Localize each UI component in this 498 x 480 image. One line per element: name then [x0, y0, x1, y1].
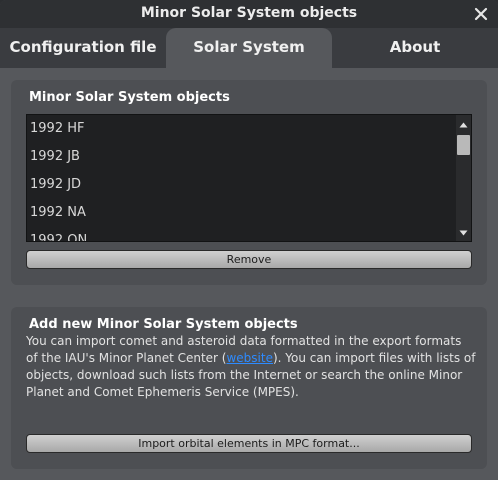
- website-link[interactable]: website: [226, 351, 273, 365]
- tab-label: Solar System: [193, 38, 305, 56]
- plugin-config-window: Minor Solar System objects Configuration…: [0, 0, 498, 480]
- tab-configuration-file[interactable]: Configuration file: [0, 28, 166, 68]
- tab-bar: Configuration file Solar System About: [0, 28, 498, 68]
- objects-group-title: Minor Solar System objects: [29, 90, 230, 105]
- tab-solar-system[interactable]: Solar System: [166, 28, 332, 68]
- list-item[interactable]: 1992 ON: [30, 227, 87, 241]
- list-item[interactable]: 1992 HF: [30, 115, 84, 143]
- tab-about[interactable]: About: [332, 28, 498, 68]
- scroll-thumb[interactable]: [457, 135, 470, 155]
- scroll-up-arrow[interactable]: [456, 117, 471, 131]
- solar-system-panel: Minor Solar System objects 1992 HF 1992 …: [0, 68, 498, 480]
- triangle-up-icon: [459, 122, 468, 128]
- remove-button[interactable]: Remove: [26, 250, 472, 269]
- import-button-label: Import orbital elements in MPC format...: [138, 437, 360, 450]
- list-item[interactable]: 1992 NA: [30, 199, 86, 227]
- title-bar[interactable]: Minor Solar System objects: [0, 0, 498, 28]
- objects-list[interactable]: 1992 HF 1992 JB 1992 JD 1992 NA 1992 ON: [26, 114, 472, 242]
- list-item[interactable]: 1992 JD: [30, 171, 81, 199]
- list-scrollbar[interactable]: [456, 115, 471, 241]
- add-group-description: You can import comet and asteroid data f…: [26, 334, 476, 399]
- add-group-title: Add new Minor Solar System objects: [29, 317, 298, 332]
- close-button[interactable]: [474, 6, 488, 21]
- objects-group: Minor Solar System objects 1992 HF 1992 …: [11, 80, 487, 285]
- remove-button-label: Remove: [226, 253, 272, 266]
- scroll-down-arrow[interactable]: [456, 225, 471, 239]
- close-icon: [474, 7, 488, 21]
- tab-label: About: [389, 38, 441, 56]
- tab-label: Configuration file: [9, 38, 157, 56]
- add-objects-group: Add new Minor Solar System objects You c…: [11, 307, 487, 469]
- window-title: Minor Solar System objects: [140, 5, 358, 21]
- triangle-down-icon: [459, 230, 468, 236]
- list-item[interactable]: 1992 JB: [30, 143, 80, 171]
- import-mpc-button[interactable]: Import orbital elements in MPC format...: [26, 434, 472, 453]
